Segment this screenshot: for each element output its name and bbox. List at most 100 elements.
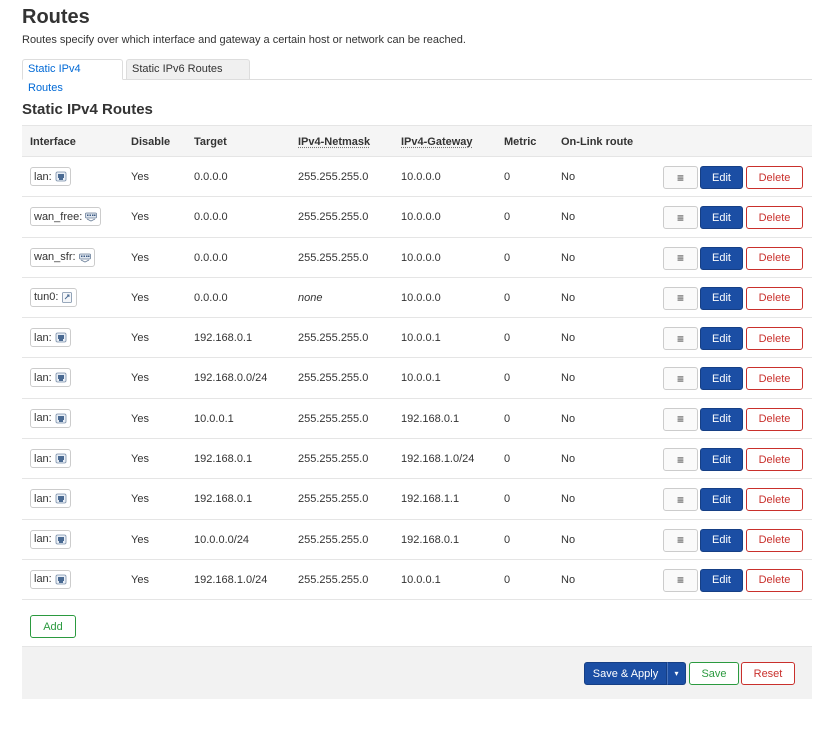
table-row: lan: Yes 192.168.1.0/24 255.255.255.0 10.0.0… [22,560,812,601]
cell-target: 0.0.0.0 [194,291,228,304]
delete-button[interactable]: Delete [746,166,803,189]
interface-badge: wan_free: [30,207,102,227]
delete-button[interactable]: Delete [746,286,803,310]
tab-static-ipv4-routes[interactable]: Static IPv4 Routes [22,59,123,94]
edit-button[interactable]: Edit [700,488,743,512]
cell-onlink: No [561,453,576,466]
row-menu-button[interactable]: ≡ [663,246,698,270]
save-apply-button[interactable]: Save & Apply [584,662,667,685]
row-menu-button[interactable]: ≡ [663,448,698,472]
row-menu-button[interactable]: ≡ [663,488,698,512]
reset-button[interactable]: Reset [741,662,795,685]
row-menu-button[interactable]: ≡ [663,367,698,391]
delete-button[interactable]: Delete [746,367,803,391]
save-apply-dropdown-button[interactable]: ▾ [667,662,686,685]
edit-button[interactable]: Edit [700,568,743,592]
cell-netmask: 255.255.255.0 [298,332,369,345]
edit-button[interactable]: Edit [700,206,743,230]
cell-onlink: No [561,533,576,546]
cell-disable: Yes [131,211,149,224]
delete-button[interactable]: Delete [746,206,803,230]
cell-metric: 0 [504,453,511,466]
hamburger-icon: ≡ [676,573,684,588]
cell-target: 10.0.0.0/24 [194,533,250,546]
interface-name: lan: [34,170,52,183]
cell-metric: 0 [504,211,511,224]
row-menu-button[interactable]: ≡ [663,166,698,189]
column-header-metric: Metric [504,136,537,148]
interface-badge: tun0: [30,287,78,307]
delete-button[interactable]: Delete [746,246,803,270]
cell-metric: 0 [504,251,511,264]
edit-button[interactable]: Edit [700,367,743,391]
tab-bar: Static IPv4 Routes Static IPv6 Routes [22,59,812,94]
interface-name: lan: [34,371,52,384]
edit-button[interactable]: Edit [700,407,743,431]
row-menu-button[interactable]: ≡ [663,327,698,351]
table-row: lan: Yes 192.168.0.1 255.255.255.0 192.168.1… [22,439,812,480]
delete-button[interactable]: Delete [746,568,803,592]
row-menu-button[interactable]: ≡ [663,568,698,592]
column-header-onlink: On-Link route [561,136,634,148]
add-button[interactable]: Add [30,615,76,638]
cell-target: 0.0.0.0 [194,211,228,224]
cell-metric: 0 [504,573,511,586]
row-menu-button[interactable]: ≡ [663,206,698,230]
cell-disable: Yes [131,453,149,466]
interface-name: wan_free: [34,210,83,223]
edit-button[interactable]: Edit [700,528,743,552]
cell-netmask: 255.255.255.0 [298,533,369,546]
cell-target: 192.168.1.0/24 [194,573,268,586]
cell-gateway: 192.168.1.1 [401,493,460,506]
cell-netmask: 255.255.255.0 [298,171,369,183]
hamburger-icon: ≡ [676,533,684,548]
delete-button[interactable]: Delete [746,407,803,431]
edit-button[interactable]: Edit [700,286,743,310]
row-menu-button[interactable]: ≡ [663,286,698,310]
hamburger-icon: ≡ [676,452,684,467]
cell-gateway: 10.0.0.0 [401,211,441,224]
edit-button[interactable]: Edit [700,246,743,270]
table-row: lan: Yes 0.0.0.0 255.255.255.0 10.0.0.0 0 No ≡ E… [22,157,812,198]
interface-name: lan: [34,412,52,425]
cell-gateway: 10.0.0.1 [401,332,441,345]
switch-icon [78,252,91,263]
cell-gateway: 10.0.0.1 [401,573,441,586]
interface-name: lan: [34,492,52,505]
ethernet-port-icon [55,372,67,383]
table-row: wan_sfr: Yes 0.0.0.0 255.255.255.0 10.0.0.0 0… [22,238,812,278]
cell-gateway: 192.168.0.1 [401,533,460,546]
interface-badge: lan: [30,489,71,509]
section-title: Static IPv4 Routes [22,101,153,118]
delete-button[interactable]: Delete [746,528,803,552]
row-menu-button[interactable]: ≡ [663,407,698,431]
interface-name: tun0: [34,291,59,304]
table-body: lan: Yes 0.0.0.0 255.255.255.0 10.0.0.0 0 No ≡ E… [22,157,812,601]
edit-button[interactable]: Edit [700,448,743,472]
routes-table: Interface Disable Target IPv4-Netmask IP… [22,125,812,601]
cell-metric: 0 [504,332,511,345]
delete-button[interactable]: Delete [746,327,803,351]
delete-button[interactable]: Delete [746,488,803,512]
interface-name: lan: [34,533,52,546]
edit-button[interactable]: Edit [700,327,743,351]
edit-button[interactable]: Edit [700,166,743,189]
cell-target: 192.168.0.1 [194,332,253,345]
hamburger-icon: ≡ [676,170,684,185]
hamburger-icon: ≡ [676,371,684,386]
cell-disable: Yes [131,171,149,183]
cell-netmask: 255.255.255.0 [298,251,369,264]
cell-disable: Yes [131,291,149,304]
table-row: tun0: Yes 0.0.0.0 none 10.0.0.0 0 No ≡ Edit Delet… [22,278,812,319]
tab-static-ipv6-routes[interactable]: Static IPv6 Routes [126,59,250,80]
ethernet-port-icon [55,171,67,182]
ethernet-port-icon [55,534,67,545]
interface-name: wan_sfr: [34,251,76,264]
table-row: lan: Yes 192.168.0.1 255.255.255.0 192.168.1… [22,479,812,520]
table-row: lan: Yes 192.168.0.0/24 255.255.255.0 10.0.0… [22,358,812,399]
cell-gateway: 10.0.0.1 [401,372,441,385]
row-menu-button[interactable]: ≡ [663,528,698,552]
delete-button[interactable]: Delete [746,448,803,472]
ethernet-port-icon [55,574,67,585]
save-button[interactable]: Save [689,662,739,685]
